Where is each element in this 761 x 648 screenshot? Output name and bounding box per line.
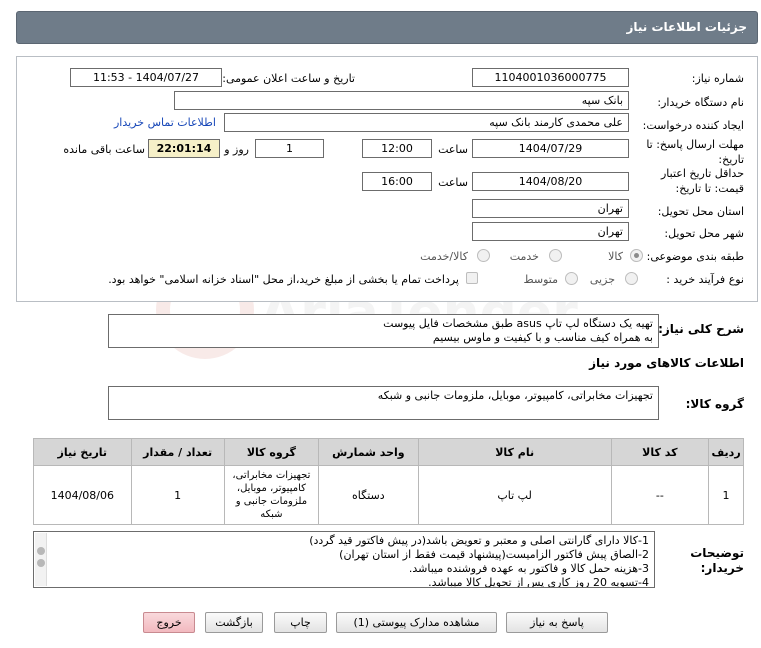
back-button[interactable]: بازگشت xyxy=(205,612,263,633)
buyer-notes-scrollbar[interactable] xyxy=(35,533,47,586)
creator-label: ایجاد کننده درخواست: xyxy=(642,119,744,132)
cell-unit: دستگاه xyxy=(318,465,419,525)
col-name: نام کالا xyxy=(417,438,612,466)
province-label: استان محل تحویل: xyxy=(657,205,744,218)
print-button[interactable]: چاپ xyxy=(274,612,327,633)
description-line-2: به همراه کیف مناسب و با کیفیت و ماوس بیس… xyxy=(432,331,653,344)
buyer-contact-link[interactable]: اطلاعات تماس خریدار xyxy=(114,116,216,129)
city-field[interactable]: تهران xyxy=(472,222,629,241)
category-option-goods-service: کالا/خدمت xyxy=(420,250,468,263)
remaining-time-label: ساعت باقی مانده xyxy=(63,143,145,156)
city-label: شهر محل تحویل: xyxy=(664,227,744,240)
col-date: تاریخ نیاز xyxy=(33,438,132,466)
page-title: جزئیات اطلاعات نیاز xyxy=(626,20,747,34)
description-line-1: تهیه یک دستگاه لپ تاپ asus طبق مشخصات فا… xyxy=(383,317,653,330)
process-radio-medium[interactable] xyxy=(565,272,578,285)
table-row[interactable]: 1 -- لپ تاپ دستگاه تجهیزات مخابراتی، کام… xyxy=(33,465,744,525)
buyer-note-1: 1-کالا دارای گارانتی اصلی و معتبر و تعوی… xyxy=(309,534,649,547)
category-radio-goods-service[interactable] xyxy=(477,249,490,262)
goods-group-label: گروه کالا: xyxy=(685,397,744,411)
day-and-label: روز و xyxy=(224,143,249,156)
validity-date-field[interactable]: 1404/08/20 xyxy=(472,172,629,191)
category-label: طبقه بندی موضوعی: xyxy=(646,250,744,263)
col-code: کد کالا xyxy=(610,438,710,466)
goods-group-value: تجهیزات مخابراتی، کامپیوتر، موبایل، ملزو… xyxy=(377,389,653,402)
col-group: گروه کالا xyxy=(223,438,320,466)
items-table-header: ردیف کد کالا نام کالا واحد شمارش گروه کا… xyxy=(33,438,744,466)
buyer-notes-label: توضیحات خریدار: xyxy=(690,546,744,575)
validity-label: حداقل تاریخ اعتبار قیمت: تا تاریخ: xyxy=(660,167,744,195)
treasury-payment-checkbox[interactable] xyxy=(466,272,478,284)
process-label: نوع فرآیند خرید : xyxy=(666,273,744,286)
need-number-field[interactable]: 1104001036000775 xyxy=(472,68,629,87)
process-radio-partial[interactable] xyxy=(625,272,638,285)
buyer-org-field[interactable]: بانک سپه xyxy=(174,91,629,110)
cell-name: لپ تاپ xyxy=(417,465,612,525)
announce-date-field[interactable]: 1404/07/27 - 11:53 xyxy=(70,68,222,87)
view-attachments-button[interactable]: مشاهده مدارک پیوستی (1) xyxy=(336,612,497,633)
cell-code: -- xyxy=(610,465,710,525)
buyer-org-label: نام دستگاه خریدار: xyxy=(657,96,744,109)
creator-field[interactable]: علی محمدی کارمند بانک سپه xyxy=(224,113,629,132)
reply-date-field[interactable]: 1404/07/29 xyxy=(472,139,629,158)
category-option-service: خدمت xyxy=(509,250,539,263)
goods-group-textarea[interactable]: تجهیزات مخابراتی، کامپیوتر، موبایل، ملزو… xyxy=(108,386,659,420)
goods-section-title: اطلاعات کالاهای مورد نیاز xyxy=(589,356,744,370)
category-option-goods: کالا xyxy=(608,250,623,263)
col-unit: واحد شمارش xyxy=(318,438,419,466)
cell-date: 1404/08/06 xyxy=(33,465,132,525)
treasury-payment-note: پرداخت تمام یا بخشی از مبلغ خرید،از محل … xyxy=(108,273,459,286)
buyer-note-3: 3-هزینه حمل کالا و فاکتور به عهده فروشند… xyxy=(408,562,649,575)
validity-time-field[interactable]: 16:00 xyxy=(362,172,432,191)
col-row: ردیف xyxy=(708,438,744,466)
page-header: جزئیات اطلاعات نیاز xyxy=(16,11,758,44)
category-radio-goods[interactable] xyxy=(630,249,643,262)
remaining-time-field: 22:01:14 xyxy=(148,139,220,158)
process-option-medium: متوسط xyxy=(523,273,558,286)
cell-qty: 1 xyxy=(130,465,225,525)
col-qty: تعداد / مقدار xyxy=(130,438,225,466)
description-label: شرح کلی نیاز: xyxy=(658,322,744,336)
cell-row: 1 xyxy=(708,465,744,525)
buyer-note-4: 4-تسویه 20 روز کاری پس از تحویل کالا میب… xyxy=(428,576,649,588)
reply-time-label: ساعت xyxy=(438,143,468,156)
items-table: ردیف کد کالا نام کالا واحد شمارش گروه کا… xyxy=(33,438,744,525)
category-radio-service[interactable] xyxy=(549,249,562,262)
cell-group: تجهیزات مخابراتی، کامپیوتر، موبایل، ملزو… xyxy=(223,465,320,525)
days-remaining-field[interactable]: 1 xyxy=(255,139,324,158)
need-number-label: شماره نیاز: xyxy=(691,72,744,85)
reply-deadline-label: مهلت ارسال پاسخ: تا تاریخ: xyxy=(646,138,744,166)
validity-time-label: ساعت xyxy=(438,176,468,189)
reply-button[interactable]: پاسخ به نیاز xyxy=(506,612,608,633)
reply-time-field[interactable]: 12:00 xyxy=(362,139,432,158)
announce-date-label: تاریخ و ساعت اعلان عمومی: xyxy=(222,72,355,85)
description-textarea[interactable]: تهیه یک دستگاه لپ تاپ asus طبق مشخصات فا… xyxy=(108,314,659,348)
exit-button[interactable]: خروج xyxy=(143,612,195,633)
province-field[interactable]: تهران xyxy=(472,199,629,218)
buyer-note-2: 2-الصاق پیش فاکتور الزامیست(پیشنهاد قیمت… xyxy=(339,548,649,561)
process-option-partial: جزیی xyxy=(589,273,615,286)
buyer-notes-textarea[interactable]: 1-کالا دارای گارانتی اصلی و معتبر و تعوی… xyxy=(33,531,655,588)
